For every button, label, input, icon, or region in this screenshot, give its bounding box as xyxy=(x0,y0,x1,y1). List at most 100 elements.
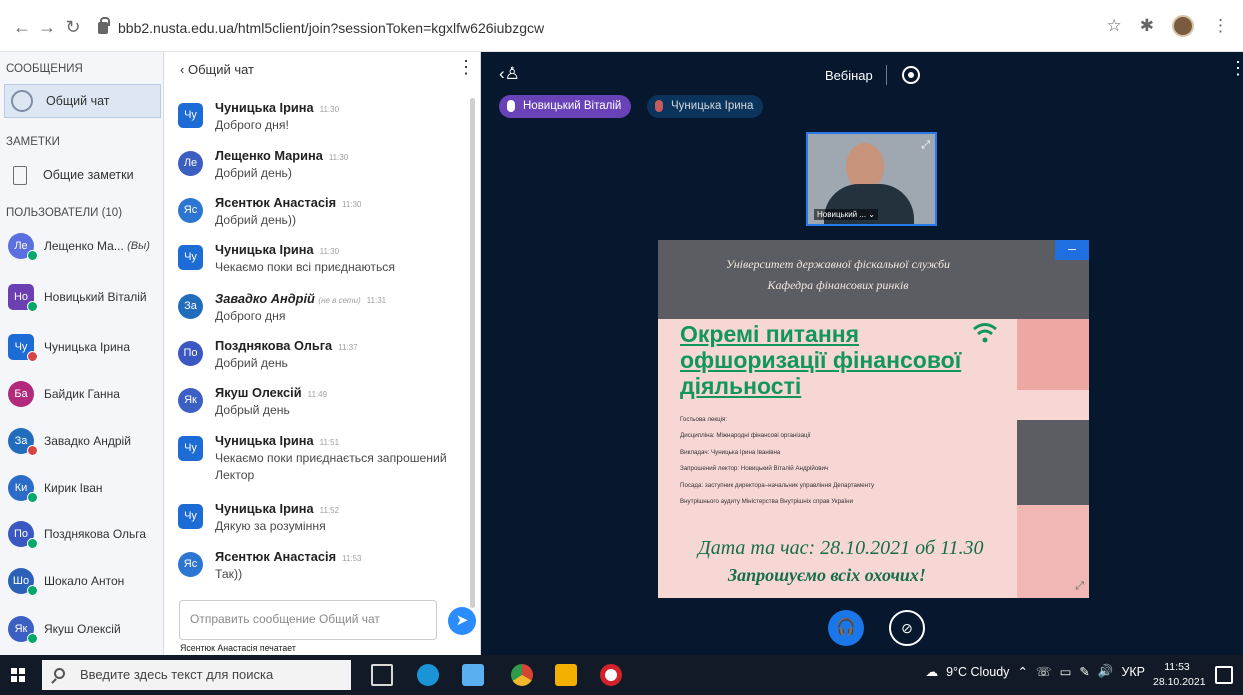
message-avatar: Чу xyxy=(178,504,203,529)
message-time: 11:37 xyxy=(338,343,358,352)
message-avatar: За xyxy=(178,294,203,319)
file-explorer-icon[interactable] xyxy=(555,664,577,686)
user-name: Шокало Антон xyxy=(44,574,125,588)
user-list-item[interactable]: Ле Лещенко Ма... (Вы) xyxy=(8,227,158,265)
user-list-item[interactable]: Ки Кирик Іван xyxy=(8,469,158,507)
user-initials: Но xyxy=(13,291,29,303)
send-button[interactable]: ➤ xyxy=(448,607,476,635)
message-avatar: Яс xyxy=(178,552,203,577)
chat-header[interactable]: ‹ Общий чат xyxy=(180,62,254,77)
network-icon[interactable]: ☏ xyxy=(1036,664,1052,679)
wifi-icon xyxy=(973,323,997,343)
shared-notes-item[interactable]: Общие заметки xyxy=(4,158,161,192)
talking-indicator: Чуницька Ірина xyxy=(647,95,764,118)
user-name: Байдик Ганна xyxy=(44,387,120,401)
minimize-presentation-button[interactable]: – xyxy=(1055,240,1089,260)
recording-icon[interactable] xyxy=(902,66,920,84)
microphone-icon xyxy=(507,100,515,112)
user-list-item[interactable]: Шо Шокало Антон xyxy=(8,562,158,600)
muted-microphone-icon xyxy=(27,445,38,456)
weather-text: 9°C Cloudy xyxy=(946,664,1010,679)
edge-browser-icon[interactable] xyxy=(417,664,439,686)
user-avatar: Ба xyxy=(8,381,34,407)
public-chat-item[interactable]: Общий чат xyxy=(4,84,161,118)
message-initials: Чу xyxy=(184,109,197,121)
message-avatar: Чу xyxy=(178,436,203,461)
user-avatar: Но xyxy=(8,284,38,312)
slide-header-line: Університет державної фіскальної служби xyxy=(725,257,951,271)
message-initials: Яс xyxy=(183,558,198,570)
fullscreen-icon[interactable]: ⤢ xyxy=(921,139,930,152)
pen-icon[interactable]: ✎ xyxy=(1079,664,1089,679)
message-author: Лещенко Марина 11:30 xyxy=(215,148,348,163)
recording-app-icon[interactable] xyxy=(600,664,622,686)
share-camera-button[interactable]: ⊘ xyxy=(889,610,925,646)
windows-start-icon[interactable] xyxy=(11,668,26,683)
message-time: 11:49 xyxy=(307,390,328,399)
user-list-item[interactable]: Як Якуш Олексій xyxy=(8,610,158,648)
user-list-toggle-icon[interactable]: ‹♙ xyxy=(499,64,520,84)
profile-avatar[interactable] xyxy=(1172,15,1194,37)
chat-options-icon[interactable]: ⋮ xyxy=(457,58,475,81)
task-view-icon[interactable] xyxy=(371,664,393,686)
user-initials: Як xyxy=(14,623,28,635)
chrome-icon[interactable] xyxy=(511,664,533,686)
user-name: Лещенко Ма... xyxy=(44,239,124,253)
message-author: Чуницька Ірина 11:30 xyxy=(215,100,339,115)
volume-icon[interactable]: 🔊 xyxy=(1098,664,1114,679)
stage-header: ‹♙ Вебінар ⋮ xyxy=(481,59,1243,88)
extensions-icon[interactable]: ✱ xyxy=(1140,16,1154,36)
fullscreen-presentation-icon[interactable]: ⤢ xyxy=(1075,580,1084,593)
back-arrow-icon[interactable]: ← xyxy=(12,17,32,37)
star-icon[interactable]: ☆ xyxy=(1107,16,1122,36)
public-chat-label: Общий чат xyxy=(46,94,110,108)
message-text: Добрий день xyxy=(215,356,288,370)
message-avatar: По xyxy=(178,341,203,366)
taskbar-clock[interactable]: 11:53 28.10.2021 xyxy=(1153,660,1206,690)
message-time: 11:30 xyxy=(328,153,349,162)
message-initials: Як xyxy=(184,394,197,406)
slide-text-line: Посада: заступник директора–начальник уп… xyxy=(680,482,875,489)
slide-text-line: Дисципліна: Міжнародні фінансові організ… xyxy=(680,432,811,439)
webcam-video[interactable]: Новицький ... ⌄ ⤢ xyxy=(806,132,937,226)
message-input[interactable]: Отправить сообщение Общий чат xyxy=(179,600,437,640)
webcam-name-label[interactable]: Новицький ... ⌄ xyxy=(814,209,878,220)
user-list-item[interactable]: Ба Байдик Ганна xyxy=(8,375,158,413)
slide-date: Дата та час: 28.10.2021 об 11.30 xyxy=(698,537,984,559)
user-list-item[interactable]: За Завадко Андрій xyxy=(8,422,158,460)
user-list-item[interactable]: По Позднякова Ольга xyxy=(8,515,158,553)
leave-audio-button[interactable]: 🎧 xyxy=(828,610,864,646)
browser-actions: ☆ ✱ ⋮ xyxy=(1107,15,1229,37)
message-time: 11:51 xyxy=(319,438,340,447)
user-list-item[interactable]: Чу Чуницька Ірина xyxy=(8,328,158,366)
message-initials: Чу xyxy=(184,442,197,454)
language-indicator[interactable]: УКР xyxy=(1121,665,1145,679)
author-name: Чуницька Ірина xyxy=(215,433,314,448)
user-list-item[interactable]: Но Новицький Віталій xyxy=(8,278,158,316)
taskbar-search-input[interactable]: Введите здесь текст для поиска xyxy=(42,660,351,690)
browser-menu-icon[interactable]: ⋮ xyxy=(1212,16,1229,36)
address-bar[interactable]: bbb2.nusta.edu.ua/html5client/join?sessi… xyxy=(98,17,544,38)
message-initials: Чу xyxy=(184,251,197,263)
presentation-stage: ‹♙ Вебінар ⋮ Новицький Віталій Чуницька … xyxy=(481,52,1243,655)
microphone-status-icon xyxy=(27,492,38,503)
slide-decorative-block xyxy=(1017,420,1089,505)
notifications-icon[interactable] xyxy=(1215,666,1233,684)
message-author: Ясентюк Анастасія 11:30 xyxy=(215,195,361,210)
author-name: Чуницька Ірина xyxy=(215,100,314,115)
chat-message: Чу Чуницька Ірина 11:52 Дякую за розумінн… xyxy=(178,501,458,543)
battery-icon[interactable]: ▭ xyxy=(1060,664,1072,679)
clock-time: 11:53 xyxy=(1164,661,1190,673)
reload-icon[interactable]: ↻ xyxy=(63,17,83,37)
chat-message: Яс Ясентюк Анастасія 11:53 Так)) xyxy=(178,549,458,591)
muted-microphone-icon xyxy=(27,351,38,362)
notes-section-title: ЗАМЕТКИ xyxy=(6,136,60,148)
forward-arrow-icon[interactable]: → xyxy=(37,17,57,37)
chat-message: Чу Чуницька Ірина 11:30 Чекаємо поки всі … xyxy=(178,242,458,284)
app-icon[interactable] xyxy=(462,664,484,686)
user-initials: По xyxy=(13,528,29,540)
message-author: Чуницька Ірина 11:52 xyxy=(215,501,339,516)
chat-scrollbar[interactable] xyxy=(470,98,475,608)
tray-chevron-icon[interactable]: ⌃ xyxy=(1017,664,1027,679)
stage-options-icon[interactable]: ⋮ xyxy=(1229,59,1243,77)
